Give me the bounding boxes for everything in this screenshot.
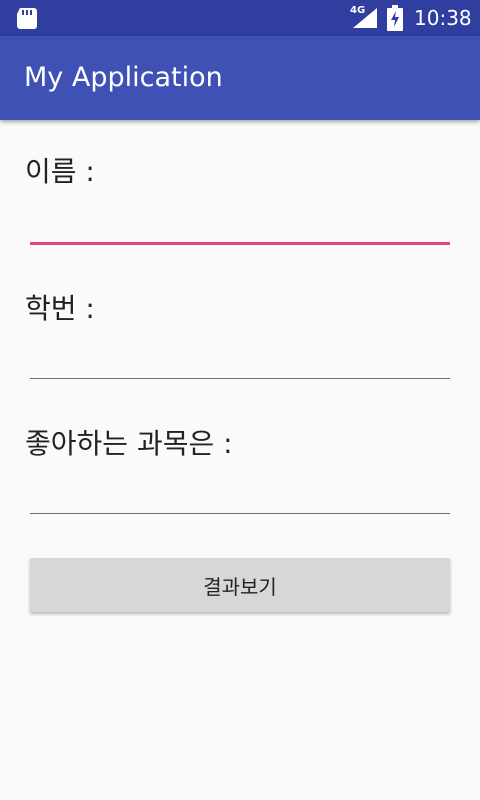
- signal-icon: [353, 8, 377, 28]
- name-input[interactable]: [30, 200, 450, 240]
- name-label: 이름 :: [25, 155, 95, 188]
- status-bar: 4G 10:38: [0, 0, 480, 36]
- student-id-label: 학번 :: [25, 292, 95, 325]
- student-id-input-underline: [30, 378, 450, 379]
- status-clock: 10:38: [414, 6, 472, 30]
- battery-charging-icon: [387, 5, 403, 31]
- name-input-underline: [30, 242, 450, 245]
- student-id-input[interactable]: [30, 337, 450, 377]
- result-button[interactable]: 결과보기: [30, 558, 450, 612]
- sd-card-icon: [17, 8, 37, 29]
- app-title: My Application: [24, 62, 223, 93]
- subject-input-underline: [30, 513, 450, 514]
- subject-input[interactable]: [30, 472, 450, 512]
- subject-label: 좋아하는 과목은 :: [25, 427, 233, 460]
- app-bar: My Application: [0, 36, 480, 120]
